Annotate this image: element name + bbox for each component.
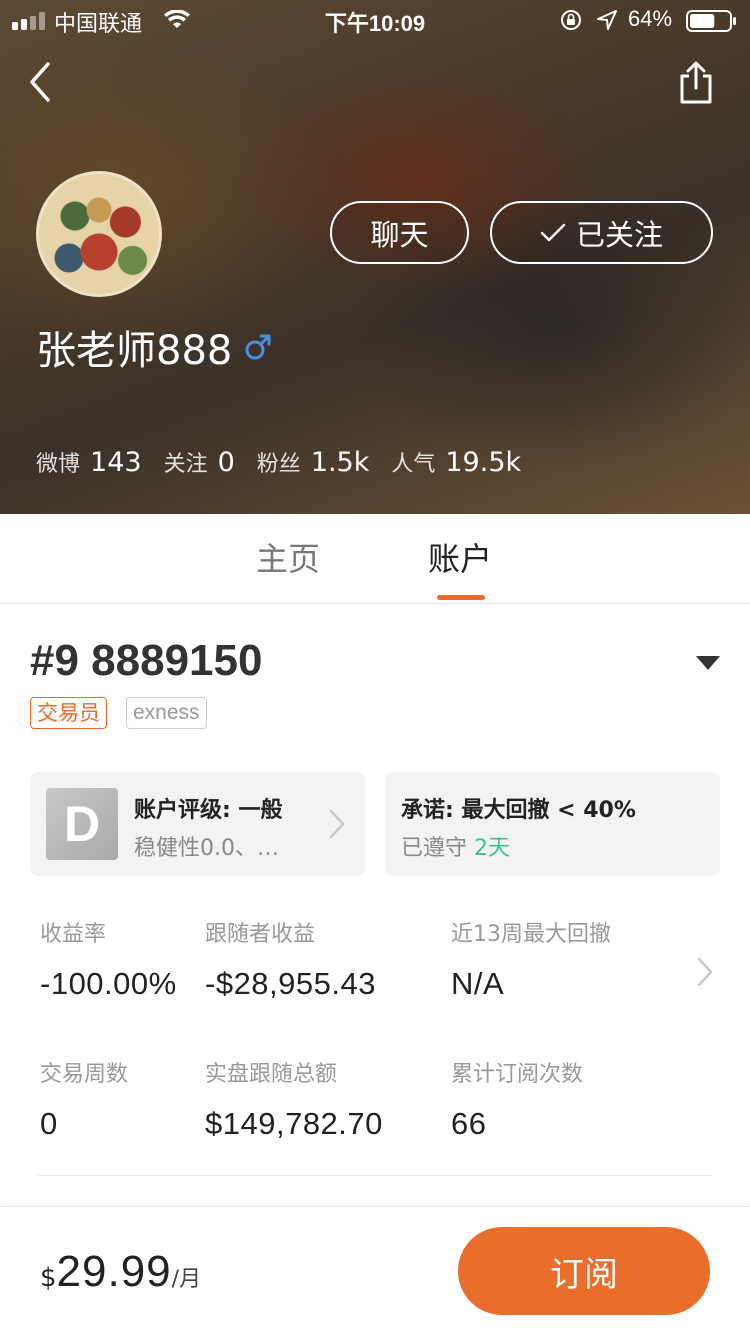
subscribe-bar: $ 29.99 /月 订阅 bbox=[0, 1206, 750, 1334]
back-button[interactable] bbox=[22, 58, 62, 106]
metric-value: 66 bbox=[451, 1106, 487, 1141]
male-icon bbox=[245, 334, 271, 360]
divider bbox=[38, 1175, 712, 1176]
chevron-right-icon[interactable] bbox=[695, 956, 715, 988]
subscription-price: $ 29.99 /月 bbox=[40, 1247, 201, 1297]
chat-button-label: 聊天 bbox=[370, 217, 429, 252]
account-number: #9 8889150 bbox=[30, 636, 263, 685]
promise-subtitle: 已遵守 2天 bbox=[401, 830, 510, 862]
profile-stats: 微博 143 关注 0 粉丝 1.5k 人气 19.5k bbox=[36, 446, 543, 478]
metric-value: 0 bbox=[40, 1106, 58, 1141]
profile-header: 中国联通 下午10:09 64% 聊天 已关注 张老师888 微博 143 关注… bbox=[0, 0, 750, 514]
metric-live-follow-total: 实盘跟随总额 $149,782.70 bbox=[205, 1056, 383, 1142]
status-bar: 中国联通 下午10:09 64% bbox=[0, 0, 750, 40]
rotation-lock-icon bbox=[561, 10, 581, 30]
metric-trading-weeks: 交易周数 0 bbox=[40, 1056, 128, 1142]
subscribe-button[interactable]: 订阅 bbox=[458, 1227, 710, 1315]
battery-percent: 64% bbox=[628, 6, 673, 31]
stat-value: 19.5k bbox=[445, 447, 522, 478]
stat-following[interactable]: 关注 0 bbox=[164, 446, 235, 478]
promise-days: 2天 bbox=[474, 836, 511, 861]
location-arrow-icon bbox=[597, 10, 617, 30]
metric-label: 跟随者收益 bbox=[205, 922, 316, 947]
price-amount: 29.99 bbox=[56, 1247, 172, 1296]
price-unit: /月 bbox=[171, 1267, 202, 1292]
metric-max-drawdown: 近13周最大回撤 N/A bbox=[451, 916, 611, 1002]
trader-tag: 交易员 bbox=[30, 697, 107, 729]
stat-label: 粉丝 bbox=[256, 452, 301, 477]
share-button[interactable] bbox=[674, 58, 718, 106]
rating-subtitle: 稳健性0.0、… bbox=[134, 836, 279, 861]
stat-label: 关注 bbox=[163, 452, 208, 477]
metric-label: 交易周数 bbox=[40, 1062, 129, 1087]
stat-value: 143 bbox=[90, 447, 142, 478]
promise-card[interactable]: 承诺: 最大回撤 < 40% 已遵守 2天 bbox=[385, 772, 720, 876]
promise-title: 承诺: 最大回撤 < 40% bbox=[401, 798, 636, 823]
caret-down-icon[interactable] bbox=[695, 655, 721, 671]
chevron-right-icon bbox=[329, 809, 345, 839]
tab-account[interactable]: 账户 bbox=[428, 534, 492, 580]
active-tab-indicator bbox=[437, 595, 485, 600]
tab-home[interactable]: 主页 bbox=[256, 534, 320, 580]
metric-value: $149,782.70 bbox=[205, 1106, 383, 1141]
avatar[interactable] bbox=[36, 171, 162, 297]
follow-button[interactable]: 已关注 bbox=[490, 201, 713, 264]
rating-title: 账户评级: 一般 bbox=[134, 798, 283, 823]
metric-follower-profit: 跟随者收益 -$28,955.43 bbox=[205, 916, 376, 1002]
tab-bar: 主页 账户 bbox=[0, 514, 750, 604]
subscribe-button-label: 订阅 bbox=[550, 1254, 618, 1295]
follow-button-label: 已关注 bbox=[575, 217, 663, 252]
username: 张老师888 bbox=[36, 318, 272, 376]
metric-subscription-count: 累计订阅次数 66 bbox=[451, 1056, 583, 1142]
chevron-left-icon bbox=[30, 62, 50, 102]
stat-followers[interactable]: 粉丝 1.5k bbox=[257, 446, 370, 478]
metric-label: 累计订阅次数 bbox=[451, 1062, 584, 1087]
account-rating-card[interactable]: D 账户评级: 一般 稳健性0.0、… bbox=[30, 772, 365, 876]
metric-value: N/A bbox=[451, 966, 505, 1001]
stat-label: 人气 bbox=[391, 452, 436, 477]
battery-icon bbox=[686, 10, 736, 32]
broker-tag: exness bbox=[126, 697, 207, 729]
stat-value: 0 bbox=[217, 447, 235, 478]
stat-value: 1.5k bbox=[310, 447, 370, 478]
checkmark-icon bbox=[540, 223, 566, 241]
promise-status: 已遵守 bbox=[401, 836, 468, 861]
metric-label: 实盘跟随总额 bbox=[205, 1062, 338, 1087]
rating-badge: D bbox=[46, 788, 118, 860]
metrics-grid: 收益率 -100.00% 跟随者收益 -$28,955.43 近13周最大回撤 … bbox=[40, 908, 720, 1188]
metric-value: -$28,955.43 bbox=[205, 966, 376, 1001]
chat-button[interactable]: 聊天 bbox=[330, 201, 469, 264]
stat-posts[interactable]: 微博 143 bbox=[36, 446, 142, 478]
metric-label: 收益率 bbox=[40, 922, 107, 947]
stat-popularity: 人气 19.5k bbox=[391, 446, 521, 478]
stat-label: 微博 bbox=[36, 452, 81, 477]
share-icon bbox=[680, 61, 712, 104]
metric-label: 近13周最大回撤 bbox=[451, 922, 611, 947]
metric-value: -100.00% bbox=[40, 966, 177, 1001]
username-text: 张老师888 bbox=[36, 328, 233, 374]
metric-return-rate: 收益率 -100.00% bbox=[40, 916, 177, 1002]
price-currency: $ bbox=[40, 1263, 57, 1293]
